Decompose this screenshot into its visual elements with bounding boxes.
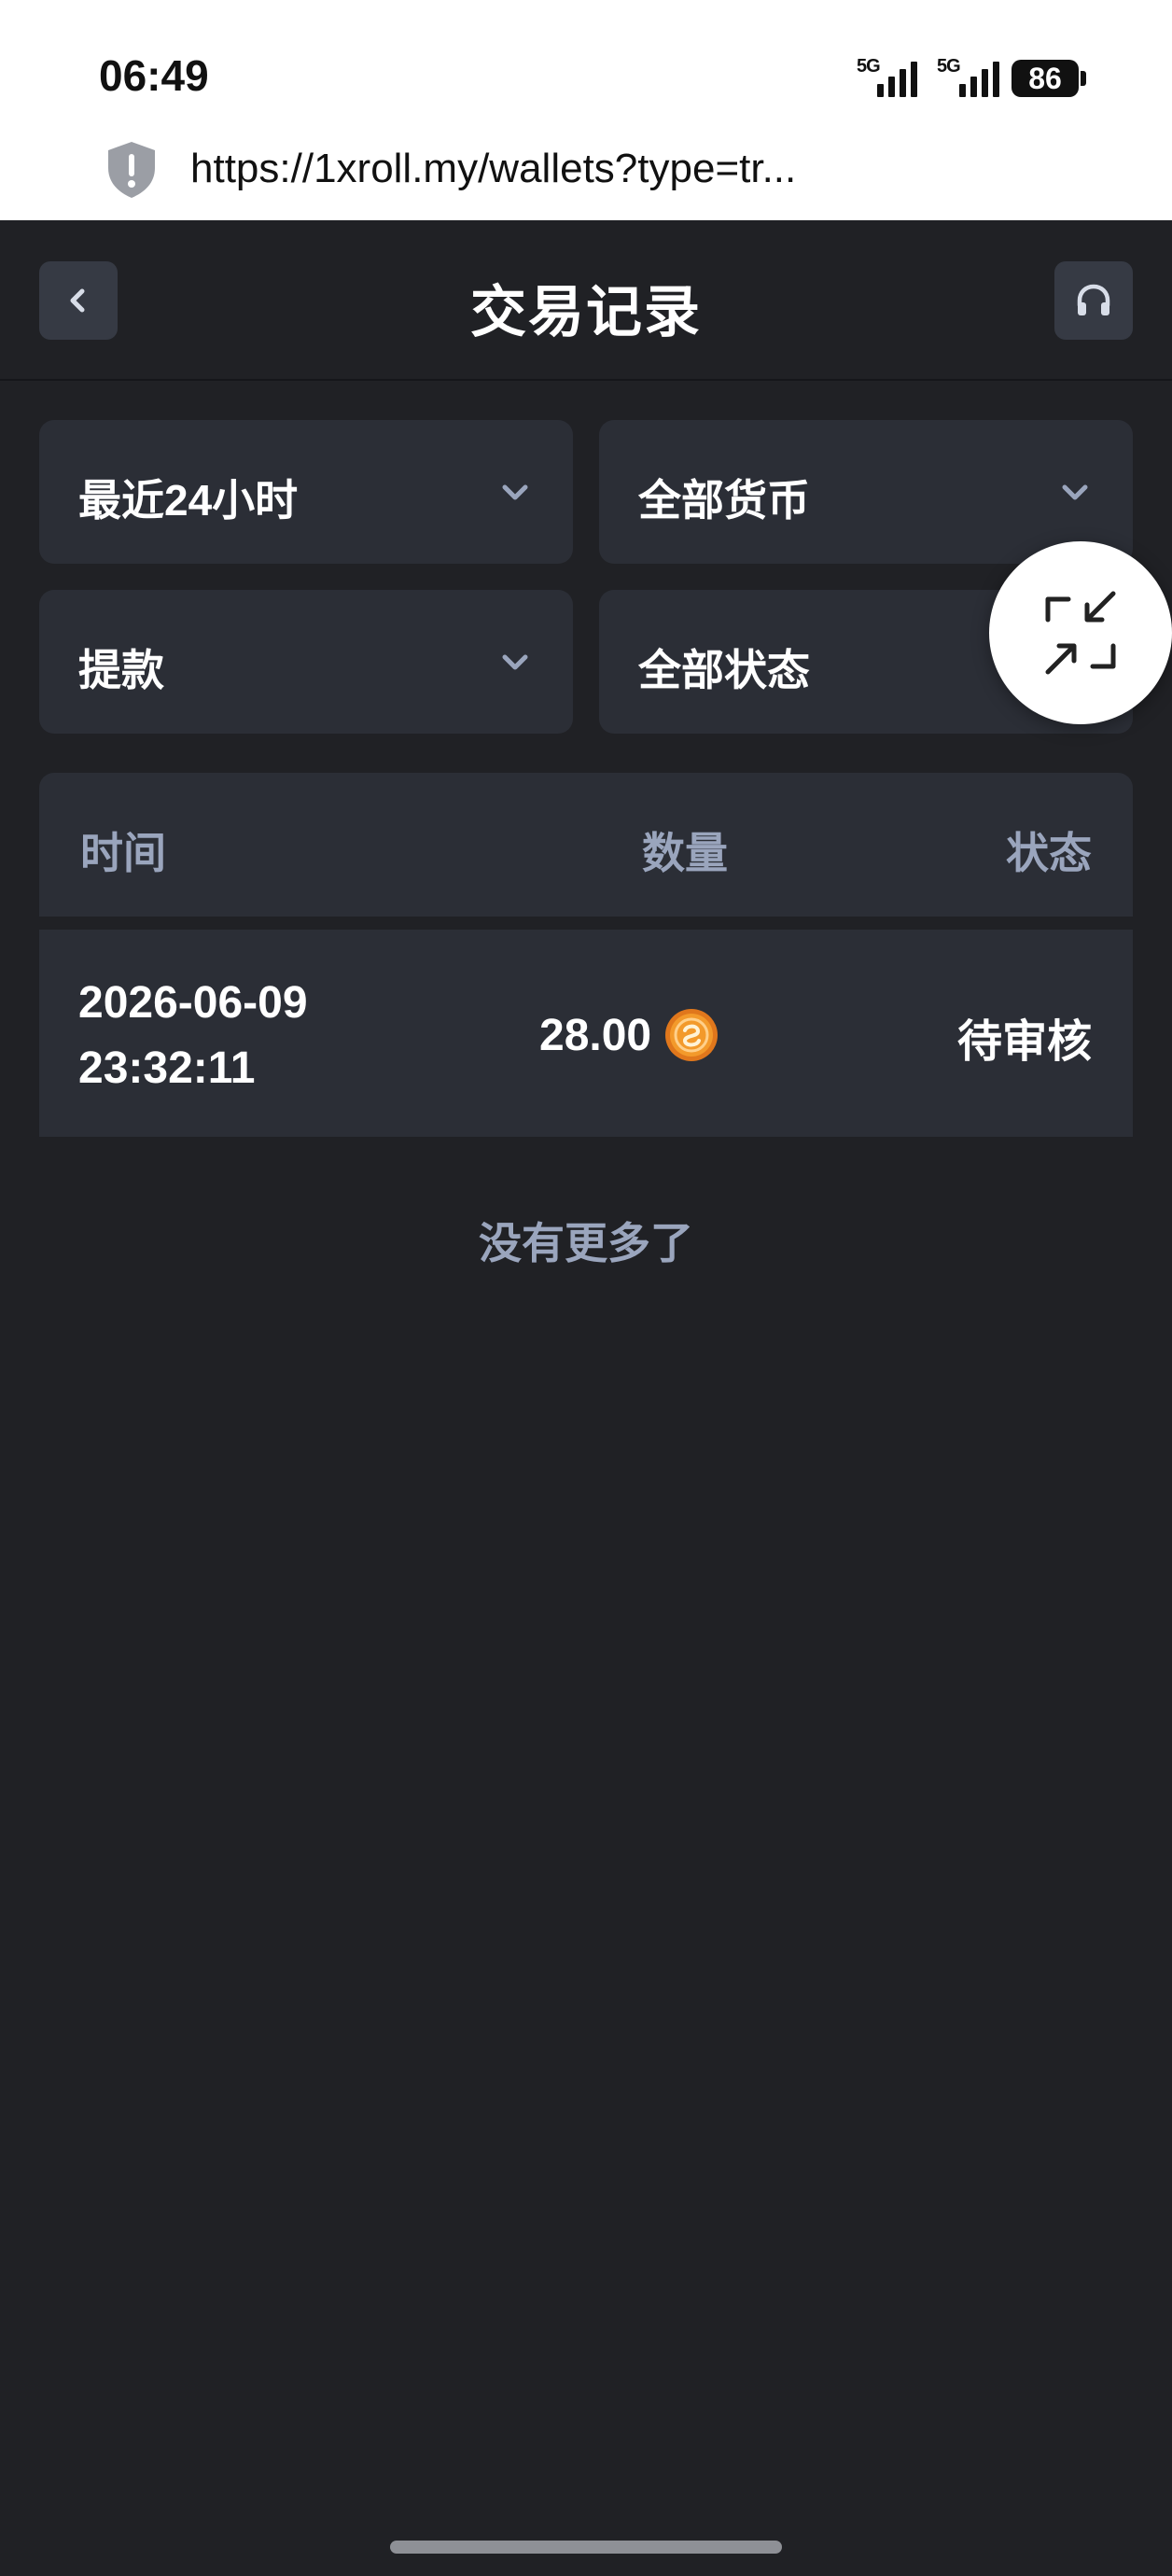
app-header: 交易记录 xyxy=(0,220,1172,381)
transaction-amount: 28.00 xyxy=(539,1010,652,1060)
battery-level: 86 xyxy=(1028,61,1062,95)
transaction-quantity: 28.00 xyxy=(539,1002,719,1068)
network-type-label: 5G xyxy=(857,56,881,77)
transaction-status: 待审核 xyxy=(956,1017,1092,1067)
type-filter-value: 提款 xyxy=(78,646,164,694)
no-more-text: 没有更多了 xyxy=(479,1219,693,1267)
status-bar: 06:49 5G 5G 86 xyxy=(0,0,1172,131)
collapse-arrows-icon xyxy=(1045,591,1116,675)
column-header-time: 时间 xyxy=(80,829,166,877)
cellular-signal-icon: 5G xyxy=(857,54,922,99)
network-type-label-2: 5G xyxy=(937,56,961,77)
chevron-down-icon xyxy=(502,654,528,670)
currency-filter-select[interactable]: 全部货币 xyxy=(599,420,1133,564)
browser-url-bar[interactable]: https://1xroll.my/wallets?type=tr... xyxy=(0,131,1172,220)
battery-tip xyxy=(1081,71,1086,86)
table-row[interactable]: 2026-06-09 23:32:11 28.00 待审核 xyxy=(39,930,1133,1137)
shield-warning-icon[interactable] xyxy=(105,140,159,200)
customer-support-button[interactable] xyxy=(1054,261,1133,340)
transaction-time: 23:32:11 xyxy=(78,1043,256,1093)
collapse-window-button[interactable] xyxy=(989,541,1172,724)
transaction-date: 2026-06-09 xyxy=(78,978,308,1028)
chevron-down-icon xyxy=(1062,484,1088,500)
type-filter-select[interactable]: 提款 xyxy=(39,590,573,734)
battery-icon: 86 xyxy=(1012,60,1079,97)
chevron-down-icon xyxy=(502,484,528,500)
column-header-status: 状态 xyxy=(1006,829,1092,877)
status-time: 06:49 xyxy=(99,51,209,100)
home-indicator[interactable] xyxy=(390,2541,782,2554)
table-header: 时间 数量 状态 xyxy=(39,773,1133,917)
transaction-datetime: 2026-06-09 23:32:11 xyxy=(78,971,308,1101)
headset-icon xyxy=(1077,284,1110,315)
period-filter-value: 最近24小时 xyxy=(78,476,299,525)
cellular-signal-2-icon: 5G xyxy=(928,54,999,99)
coin-icon xyxy=(665,1009,719,1061)
url-text[interactable]: https://1xroll.my/wallets?type=tr... xyxy=(190,146,796,192)
column-header-quantity: 数量 xyxy=(642,829,728,877)
period-filter-select[interactable]: 最近24小时 xyxy=(39,420,573,564)
status-filter-value: 全部状态 xyxy=(638,646,810,694)
currency-filter-value: 全部货币 xyxy=(638,476,810,525)
page-title: 交易记录 xyxy=(470,281,702,343)
